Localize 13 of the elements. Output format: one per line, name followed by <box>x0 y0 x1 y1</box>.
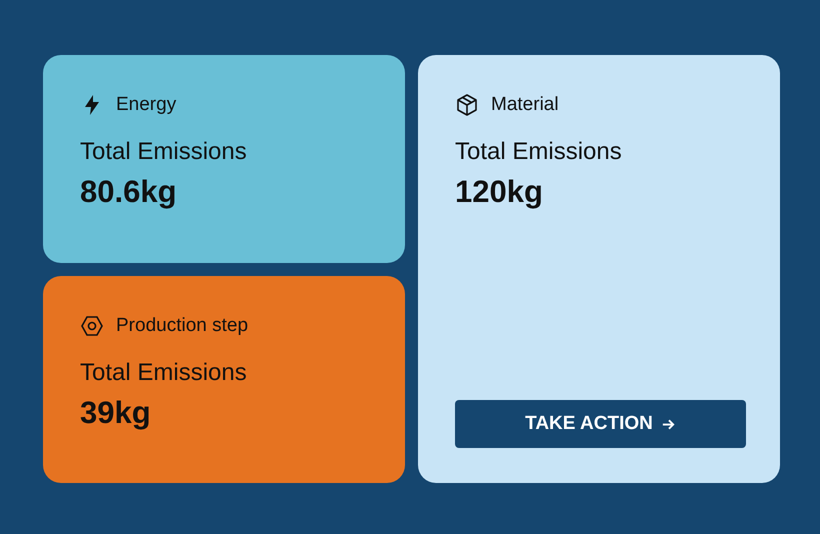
metric-label: Total Emissions <box>455 138 623 166</box>
box-icon <box>455 93 479 117</box>
emissions-value: 39kg <box>80 394 152 430</box>
emissions-value: 120kg <box>455 174 544 210</box>
metric-label: Total Emissions <box>80 358 248 386</box>
metric-label: Total Emissions <box>80 138 248 166</box>
category-label: Energy <box>116 94 176 116</box>
arrow-right-icon <box>660 416 676 432</box>
take-action-button[interactable]: TAKE ACTION <box>455 400 746 448</box>
category-label: Production step <box>116 314 248 336</box>
category-label: Material <box>491 94 559 116</box>
emissions-value: 80.6kg <box>80 174 178 210</box>
hex-nut-icon <box>80 314 104 338</box>
